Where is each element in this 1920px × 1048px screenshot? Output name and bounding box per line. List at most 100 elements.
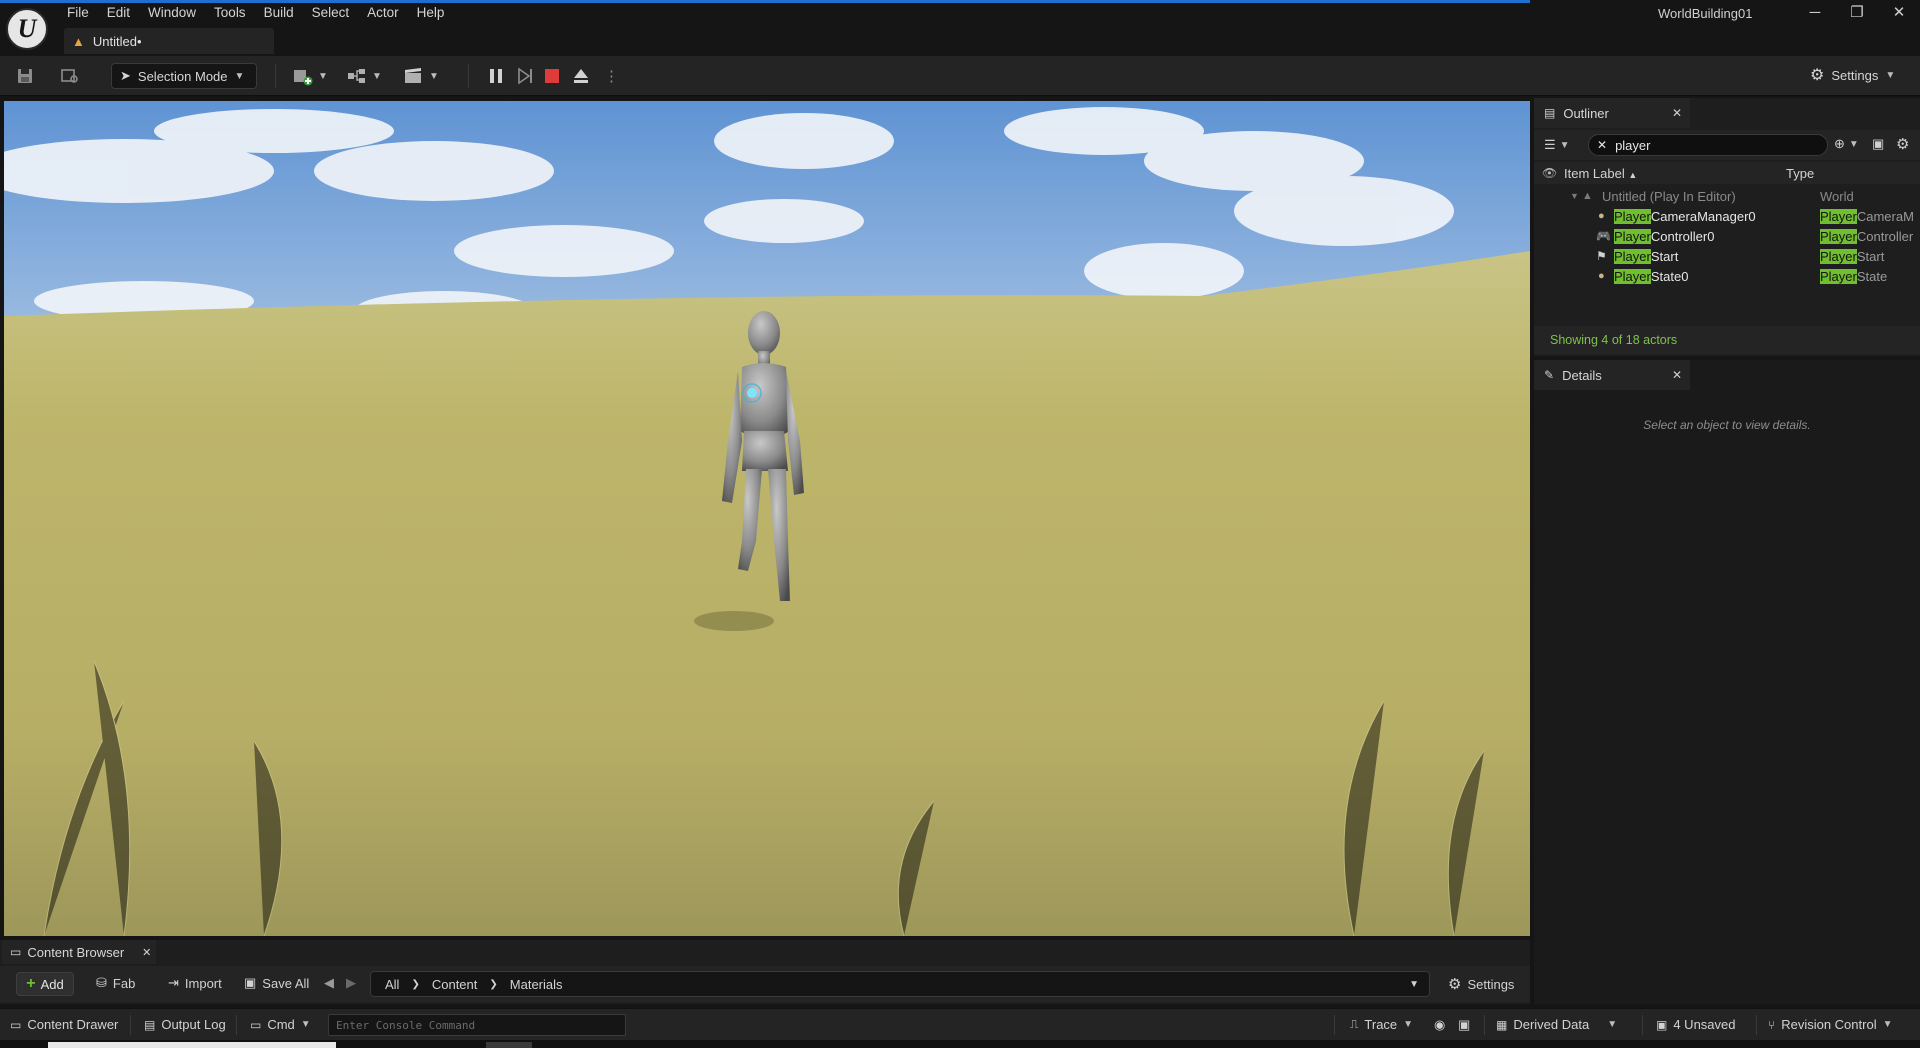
minimize-icon[interactable]: ─ — [1798, 1, 1832, 23]
cb-settings-button[interactable]: ⚙ Settings — [1448, 975, 1514, 993]
content-browser-tab[interactable]: ▭ Content Browser ✕ — [2, 940, 156, 964]
level-viewport[interactable] — [4, 101, 1530, 936]
add-button[interactable]: + Add — [16, 972, 74, 996]
breadcrumb-content[interactable]: Content — [432, 977, 478, 992]
add-actor-button[interactable]: ▼ — [292, 65, 328, 87]
details-tab-label: Details — [1562, 367, 1602, 383]
outliner-search-input[interactable]: ✕ player — [1588, 134, 1828, 156]
menu-help[interactable]: Help — [408, 2, 454, 22]
collapse-arrow-icon[interactable]: ▼ — [1570, 191, 1579, 201]
content-browser-tab-label: Content Browser — [27, 944, 125, 960]
screenshot-icon[interactable]: ▣ — [1458, 1017, 1470, 1033]
revision-control-dropdown[interactable]: ⑂ Revision Control ▼ — [1768, 1017, 1892, 1032]
settings-label: Settings — [1831, 67, 1879, 83]
outliner-icon: ▤ — [1544, 106, 1556, 120]
menu-bar: File Edit Window Tools Build Select Acto… — [58, 2, 453, 22]
menu-edit[interactable]: Edit — [98, 2, 139, 22]
add-circle-icon: ⊕ — [1834, 136, 1845, 151]
name-rest: CameraManager0 — [1650, 208, 1756, 224]
menu-window[interactable]: Window — [139, 2, 205, 22]
breadcrumb-materials[interactable]: Materials — [510, 977, 563, 992]
blueprints-button[interactable]: ▼ — [346, 65, 382, 87]
menu-build[interactable]: Build — [255, 2, 303, 22]
sort-asc-icon: ▲ — [1628, 169, 1638, 180]
chevron-right-icon: ❯ — [489, 978, 498, 990]
menu-file[interactable]: File — [58, 2, 98, 22]
outliner-status: Showing 4 of 18 actors — [1534, 326, 1920, 354]
type-rest: Controller — [1856, 228, 1914, 244]
selection-mode-label: Selection Mode — [137, 68, 228, 84]
pencil-icon: ✎ — [1544, 368, 1555, 382]
table-row[interactable]: 🎮 PlayerController0 PlayerController — [1534, 226, 1920, 246]
table-row[interactable]: ● PlayerState0 PlayerState — [1534, 266, 1920, 286]
details-tab[interactable]: ✎ Details ✕ — [1534, 360, 1690, 390]
chevron-down-icon: ▼ — [1882, 1019, 1893, 1030]
name-highlight: Player — [1614, 268, 1651, 284]
gear-icon[interactable]: ⚙ — [1896, 135, 1909, 153]
filter-icon: ☰ — [1544, 137, 1556, 152]
stop-button[interactable] — [544, 65, 560, 87]
filter-button[interactable]: ☰ ▼ — [1544, 137, 1570, 153]
save-icon[interactable] — [16, 65, 34, 87]
content-drawer-button[interactable]: ▭ Content Drawer — [10, 1017, 118, 1032]
col-item-label-text: Item Label — [1564, 165, 1625, 181]
content-browser-toolbar: + Add ⛁ Fab ⇥ Import ▣ Save All ◀ ▶ All … — [0, 966, 1530, 1002]
back-icon[interactable]: ◀ — [324, 975, 334, 991]
browse-level-icon[interactable] — [60, 65, 80, 87]
world-row[interactable]: ▼ ▲ Untitled (Play In Editor) World — [1534, 186, 1920, 206]
console-command-input[interactable]: Enter Console Command — [328, 1014, 626, 1036]
taskbar-preview — [48, 1042, 336, 1048]
close-tab-icon[interactable]: ✕ — [1672, 368, 1682, 382]
settings-button[interactable]: ⚙ Settings ▼ — [1810, 65, 1895, 85]
visibility-eye-icon[interactable]: 👁 — [1542, 166, 1557, 180]
clear-search-icon[interactable]: ✕ — [1597, 138, 1607, 152]
chevron-down-icon: ▼ — [1607, 1019, 1618, 1030]
breadcrumb-all[interactable]: All — [385, 977, 399, 992]
viewport-focus-border — [0, 0, 1530, 3]
project-name: WorldBuilding01 — [1658, 6, 1753, 21]
derived-data-icon: ▦ — [1496, 1017, 1508, 1032]
cinematics-button[interactable]: ▼ — [403, 65, 439, 87]
output-log-button[interactable]: ▤ Output Log — [144, 1017, 226, 1032]
menu-tools[interactable]: Tools — [205, 2, 255, 22]
pause-button[interactable] — [488, 65, 504, 87]
document-tab[interactable]: ▲ Untitled• — [64, 28, 274, 54]
chevron-down-icon[interactable]: ▼ — [1409, 979, 1419, 990]
col-type[interactable]: Type — [1786, 166, 1814, 181]
close-tab-icon[interactable]: ✕ — [1672, 106, 1682, 120]
step-frame-button[interactable] — [516, 65, 534, 87]
path-breadcrumb[interactable]: All ❯ Content ❯ Materials ▼ — [370, 971, 1430, 997]
type-rest: CameraM — [1856, 208, 1914, 224]
log-icon: ▤ — [144, 1017, 156, 1032]
selection-mode-dropdown[interactable]: ➤ Selection Mode ▼ — [111, 63, 257, 89]
taskbar-strip — [0, 1040, 1920, 1048]
fab-button[interactable]: ⛁ Fab — [96, 975, 135, 991]
outliner-tab[interactable]: ▤ Outliner ✕ — [1534, 98, 1690, 128]
record-icon[interactable]: ◉ — [1434, 1017, 1445, 1033]
outliner-header: 👁 Item Label ▲ Type — [1534, 162, 1920, 184]
close-tab-icon[interactable]: ✕ — [142, 946, 151, 959]
menu-actor[interactable]: Actor — [358, 2, 408, 22]
trace-label: Trace — [1364, 1017, 1398, 1032]
trace-dropdown[interactable]: ⎍ Trace ▼ — [1350, 1017, 1413, 1032]
new-folder-icon[interactable]: ▣ — [1872, 136, 1884, 152]
folder-icon: ▭ — [10, 945, 22, 959]
controller-icon: 🎮 — [1596, 229, 1611, 243]
col-item-label[interactable]: Item Label ▲ — [1564, 166, 1637, 181]
save-all-button[interactable]: ▣ Save All — [244, 975, 309, 991]
unreal-logo-icon[interactable]: U — [6, 8, 48, 50]
cmd-dropdown[interactable]: ▭ Cmd ▼ — [250, 1017, 311, 1032]
menu-select[interactable]: Select — [303, 2, 359, 22]
unsaved-button[interactable]: ▣ 4 Unsaved — [1656, 1017, 1736, 1032]
forward-icon[interactable]: ▶ — [346, 975, 356, 991]
derived-data-dropdown[interactable]: ▦ Derived Data ▼ — [1496, 1017, 1617, 1032]
table-row[interactable]: ⚑ PlayerStart PlayerStart — [1534, 246, 1920, 266]
viewport-scene — [4, 101, 1530, 936]
restore-icon[interactable]: ❐ — [1840, 1, 1874, 23]
eject-button[interactable] — [572, 65, 590, 87]
import-button[interactable]: ⇥ Import — [168, 975, 222, 991]
close-window-icon[interactable]: ✕ — [1882, 1, 1916, 23]
table-row[interactable]: ● PlayerCameraManager0 PlayerCameraM — [1534, 206, 1920, 226]
add-filter-button[interactable]: ⊕ ▼ — [1834, 136, 1859, 152]
play-options-icon[interactable]: ⋮ — [604, 65, 619, 87]
